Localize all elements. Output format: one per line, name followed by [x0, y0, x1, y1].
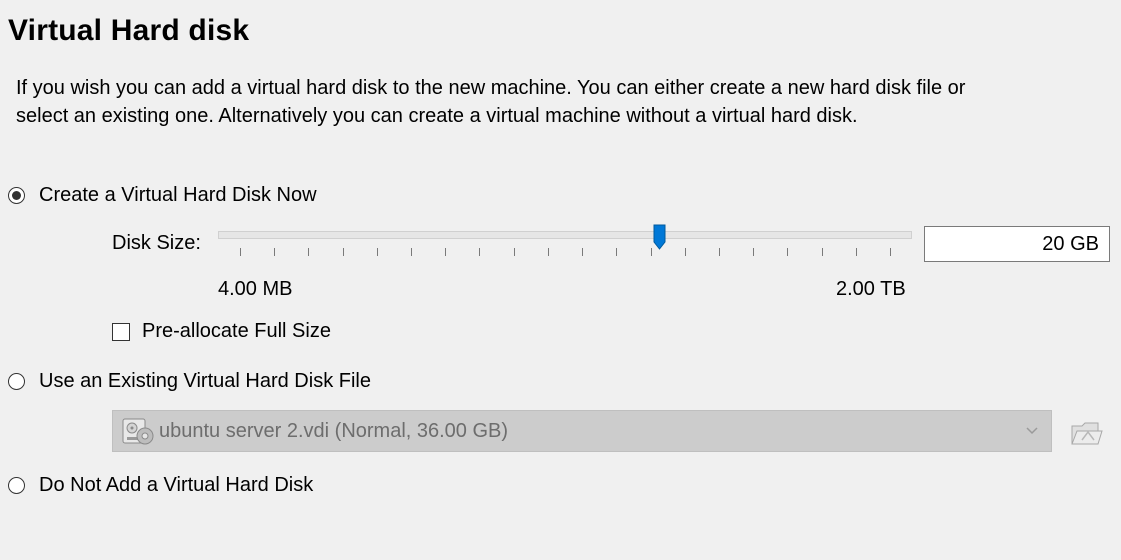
chevron-down-icon[interactable]: [1025, 423, 1039, 439]
slider-min-label: 4.00 MB: [218, 278, 293, 300]
preallocate-checkbox-row[interactable]: Pre-allocate Full Size: [112, 320, 331, 343]
slider-tick: [342, 248, 344, 256]
slider-tick: [855, 248, 857, 256]
slider-tick: [753, 248, 755, 256]
disk-size-input[interactable]: [924, 226, 1110, 262]
slider-tick: [274, 248, 276, 256]
browse-disk-button[interactable]: [1066, 412, 1106, 452]
folder-browse-icon: [1068, 414, 1104, 450]
slider-tick: [308, 248, 310, 256]
page-description: If you wish you can add a virtual hard d…: [16, 77, 966, 127]
existing-disk-select[interactable]: ubuntu server 2.vdi (Normal, 36.00 GB): [112, 410, 1052, 452]
no-disk-label: Do Not Add a Virtual Hard Disk: [39, 474, 314, 496]
create-disk-now-label: Create a Virtual Hard Disk Now: [39, 184, 317, 206]
radio-button-unselected[interactable]: [8, 477, 25, 494]
existing-disk-value: ubuntu server 2.vdi (Normal, 36.00 GB): [159, 419, 509, 442]
page-title: Virtual Hard disk: [8, 14, 250, 47]
slider-tick: [479, 248, 481, 256]
slider-tick: [718, 248, 720, 256]
slider-tick: [582, 248, 584, 256]
use-existing-disk-radio[interactable]: Use an Existing Virtual Hard Disk File: [8, 370, 371, 393]
slider-tick: [787, 248, 789, 256]
slider-tick: [376, 248, 378, 256]
radio-button-selected[interactable]: [8, 187, 25, 204]
no-disk-radio[interactable]: Do Not Add a Virtual Hard Disk: [8, 474, 313, 497]
use-existing-disk-label: Use an Existing Virtual Hard Disk File: [39, 370, 371, 392]
radio-button-unselected[interactable]: [8, 373, 25, 390]
slider-tick: [650, 248, 652, 256]
virtual-hard-disk-page: Virtual Hard disk If you wish you can ad…: [0, 0, 1121, 560]
disk-size-label: Disk Size:: [112, 232, 201, 254]
preallocate-checkbox[interactable]: [112, 322, 130, 341]
slider-tick: [684, 248, 686, 256]
create-disk-now-radio[interactable]: Create a Virtual Hard Disk Now: [8, 184, 317, 207]
preallocate-label: Pre-allocate Full Size: [142, 320, 331, 342]
slider-tick: [240, 248, 241, 256]
slider-tick: [547, 248, 549, 256]
slider-thumb[interactable]: [653, 224, 666, 250]
slider-tick: [445, 248, 447, 256]
slider-tick: [616, 248, 618, 256]
slider-track[interactable]: [218, 231, 912, 239]
hard-disk-icon: [121, 416, 155, 446]
disk-size-slider[interactable]: [218, 220, 912, 264]
slider-max-label: 2.00 TB: [836, 278, 906, 300]
slider-tick: [890, 248, 891, 256]
slider-tick: [821, 248, 823, 256]
slider-tick: [513, 248, 515, 256]
slider-tick: [411, 248, 413, 256]
